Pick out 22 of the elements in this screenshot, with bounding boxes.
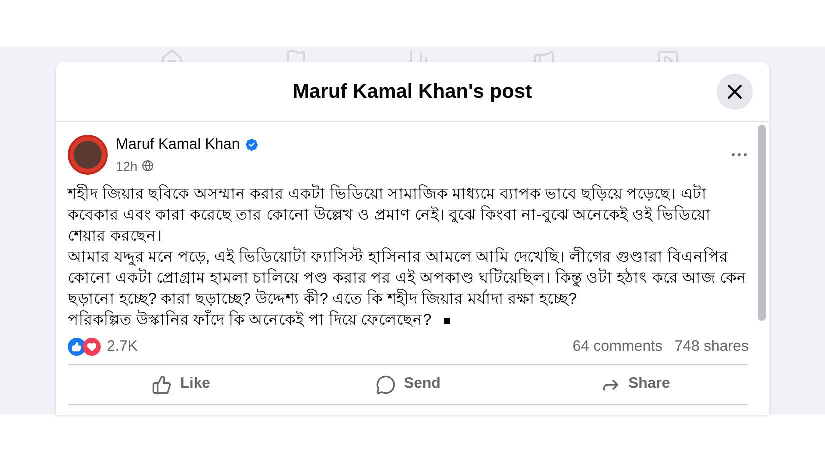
send-action-button[interactable]: Send [295,365,522,404]
reaction-count[interactable]: 2.7K [107,336,138,358]
scrollbar[interactable] [758,125,766,321]
comment-count[interactable]: 64 comments [572,336,663,358]
dialog-title: Maruf Kamal Khan's post [292,80,532,104]
post-text: আমার যদ্দুর মনে পড়ে, এই ভিডিয়োটা ফ্যাসিস্ট হাসিনার আমলে আমি দেখেছি। লীগের গুণ্ডারা বিএনপির কোনো একটা প্রোগ্রাম হামলা চালিয়ে পণ্ড করার পর এই অপকাণ্ড ঘটিয়েছিল। কিন্তু ওটা হঠাৎ করে আজ কেন ছড়ানো হচ্ছে? কারা ছড়াচ্ছে? উদ্দেশ্য কী? এতে কি শহীদ জিয়ার মর্যাদা রক্ষা হচ্ছে? [68,247,748,310]
close-button[interactable] [717,74,753,110]
post-text: পরিকল্পিত উস্কানির ফাঁদে কি অনেকেই পা দিয়ে ফেলেছেন? [68,310,749,331]
love-reaction-icon [83,338,101,356]
more-options-button[interactable]: ··· [731,142,749,168]
author-name[interactable]: Maruf Kamal Khan [116,134,240,156]
post-time[interactable]: 12h [116,156,138,176]
share-action-button[interactable]: Share [522,365,749,404]
share-count[interactable]: 748 shares [674,336,749,358]
chat-bubble-icon [376,374,396,394]
like-action-button[interactable]: Like [68,365,295,404]
avatar[interactable] [68,135,108,175]
square-icon [444,318,450,324]
like-reaction-icon [68,338,86,356]
post-text: শহীদ জিয়ার ছবিকে অসম্মান করার একটা ভিডিয়ো সামাজিক মাধ্যমে ব্যাপক ভাবে ছড়িয়ে পড়েছে। এটা কবেকার এবং কারা করেছে তার কোনো উল্লেখ ও প্রমাণ নেই। বুঝে কিংবা না-বুঝে অনেকেই ওই ভিডিয়ো শেয়ার করছেন। [68,184,712,247]
thumbs-up-icon [152,374,172,394]
globe-icon [142,160,154,172]
